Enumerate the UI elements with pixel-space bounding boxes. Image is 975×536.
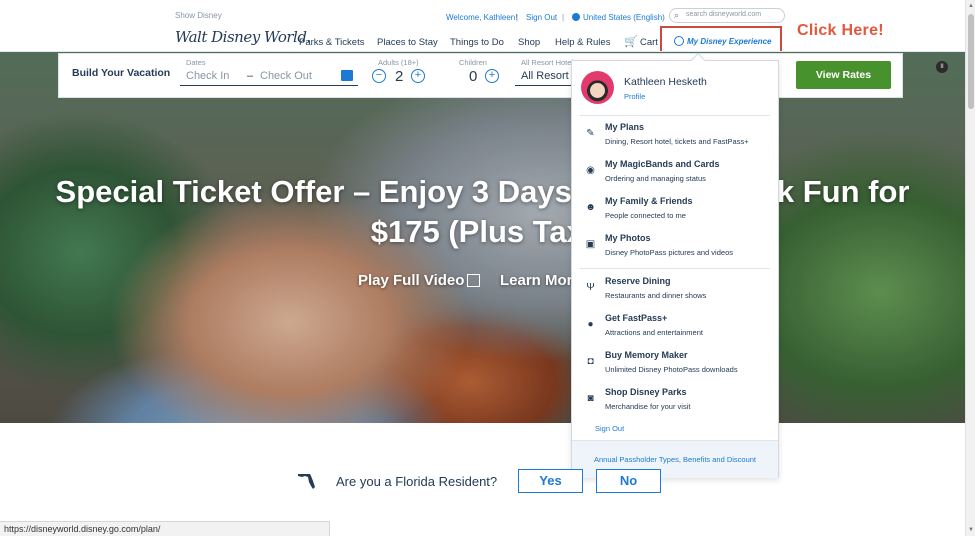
menu-item-title: My Photos: [605, 233, 651, 243]
resort-underline: [515, 85, 571, 86]
nav-shop[interactable]: Shop: [518, 37, 540, 48]
nav-help-rules[interactable]: Help & Rules: [555, 37, 610, 48]
dropdown-sign-out-link[interactable]: Sign Out: [595, 424, 624, 433]
divider: [580, 268, 770, 269]
menu-item-my-photos[interactable]: ▣ My Photos Disney PhotoPass pictures an…: [572, 233, 780, 265]
adults-label: Adults (18+): [378, 58, 419, 67]
resort-label: All Resort Hotels: [521, 58, 577, 67]
divider: |: [562, 13, 565, 22]
florida-icon: [298, 474, 315, 489]
check-out-field[interactable]: Check Out: [260, 70, 312, 82]
play-full-video-link[interactable]: Play Full Video: [358, 272, 464, 289]
adults-count: 2: [395, 68, 404, 85]
menu-item-family-friends[interactable]: ☻ My Family & Friends People connected t…: [572, 196, 780, 228]
florida-resident-question: Are you a Florida Resident?: [336, 474, 498, 489]
dates-label: Dates: [186, 58, 206, 67]
menu-item-title: Shop Disney Parks: [605, 387, 687, 397]
sign-out-link[interactable]: Sign Out: [526, 13, 557, 22]
expand-icon[interactable]: [467, 274, 480, 287]
region-selector[interactable]: United States (English): [583, 13, 665, 22]
menu-item-title: My Family & Friends: [605, 196, 693, 206]
nav-parks-tickets[interactable]: Parks & Tickets: [299, 37, 364, 48]
children-label: Children: [459, 58, 487, 67]
adults-plus-button[interactable]: +: [411, 69, 425, 83]
welcome-text: Welcome, Kathleen!: [446, 13, 518, 22]
calendar-icon[interactable]: [341, 70, 353, 81]
user-name: Kathleen Hesketh: [624, 76, 707, 88]
divider: |: [516, 13, 519, 22]
scroll-down-icon[interactable]: ▼: [968, 526, 974, 534]
view-rates-button[interactable]: View Rates: [796, 61, 891, 89]
menu-item-my-plans[interactable]: ✎ My Plans Dining, Resort hotel, tickets…: [572, 122, 780, 154]
menu-item-subtitle: Restaurants and dinner shows: [605, 291, 707, 300]
florida-no-button[interactable]: No: [596, 469, 661, 493]
menu-item-subtitle: Dining, Resort hotel, tickets and FastPa…: [605, 137, 749, 146]
nav-things-to-do[interactable]: Things to Do: [450, 37, 504, 48]
dining-icon: Ψ: [586, 282, 595, 293]
menu-item-fastpass[interactable]: ● Get FastPass+ Attractions and entertai…: [572, 313, 780, 345]
dates-underline: [180, 85, 358, 86]
vertical-scrollbar[interactable]: ▲ ▼: [965, 0, 975, 536]
menu-item-shop-disney-parks[interactable]: ◙ Shop Disney Parks Merchandise for your…: [572, 387, 780, 419]
children-plus-button[interactable]: +: [485, 69, 499, 83]
menu-item-subtitle: Disney PhotoPass pictures and videos: [605, 248, 733, 257]
menu-item-title: My MagicBands and Cards: [605, 159, 720, 169]
menu-item-subtitle: Merchandise for your visit: [605, 402, 691, 411]
divider: [580, 115, 770, 116]
disney-world-logo[interactable]: Walt Disney World.: [175, 28, 311, 46]
build-vacation-title: Build Your Vacation: [72, 67, 171, 79]
hero-title-line2: $175 (Plus Tax): [370, 214, 595, 249]
menu-item-memory-maker[interactable]: ◘ Buy Memory Maker Unlimited Disney Phot…: [572, 350, 780, 382]
check-in-field[interactable]: Check In: [186, 70, 229, 82]
scrollbar-thumb[interactable]: [968, 14, 974, 109]
photos-icon: ▣: [585, 239, 596, 250]
avatar[interactable]: [581, 71, 614, 104]
my-disney-experience-menu[interactable]: My Disney Experience: [687, 37, 771, 46]
menu-item-subtitle: Unlimited Disney PhotoPass downloads: [605, 365, 738, 374]
click-here-annotation: Click Here!: [797, 22, 884, 39]
menu-item-subtitle: People connected to me: [605, 211, 686, 220]
menu-item-title: Buy Memory Maker: [605, 350, 688, 360]
cart-icon[interactable]: 🛒: [624, 35, 638, 48]
scroll-up-icon[interactable]: ▲: [968, 2, 974, 10]
fastpass-icon: ●: [587, 319, 594, 330]
show-disney-toggle[interactable]: Show Disney: [175, 11, 222, 20]
profile-link[interactable]: Profile: [624, 92, 645, 101]
date-dash: –: [247, 70, 254, 82]
menu-item-magicbands[interactable]: ◉ My MagicBands and Cards Ordering and m…: [572, 159, 780, 191]
florida-yes-button[interactable]: Yes: [518, 469, 583, 493]
magicband-icon: ◉: [586, 165, 595, 176]
status-bar-url: https://disneyworld.disney.go.com/plan/: [0, 521, 330, 536]
shopping-bag-icon: ◙: [587, 393, 594, 404]
people-icon: ☻: [585, 202, 596, 213]
camera-icon: ◘: [587, 356, 594, 367]
menu-item-subtitle: Attractions and entertainment: [605, 328, 703, 337]
nav-cart[interactable]: Cart: [640, 37, 658, 48]
children-count: 0: [469, 68, 478, 85]
menu-item-title: My Plans: [605, 122, 645, 132]
menu-item-reserve-dining[interactable]: Ψ Reserve Dining Restaurants and dinner …: [572, 276, 780, 308]
globe-icon: [572, 13, 580, 21]
search-input[interactable]: ⌕ search disneyworld.com: [669, 8, 785, 23]
hero-title-line1: Special Ticket Offer – Enjoy 3 Days of T…: [55, 174, 910, 209]
menu-item-title: Reserve Dining: [605, 276, 671, 286]
my-disney-experience-dropdown: Kathleen Hesketh Profile ✎ My Plans Dini…: [571, 52, 780, 478]
hero-title: Special Ticket Offer – Enjoy 3 Days of T…: [0, 172, 965, 252]
adults-minus-button[interactable]: −: [372, 69, 386, 83]
hero-banner: Special Ticket Offer – Enjoy 3 Days of T…: [0, 52, 965, 423]
search-placeholder: search disneyworld.com: [686, 11, 762, 18]
pause-icon[interactable]: II: [936, 61, 948, 73]
mickey-icon: [674, 36, 684, 46]
search-icon: ⌕: [674, 10, 680, 20]
menu-item-subtitle: Ordering and managing status: [605, 174, 706, 183]
plans-icon: ✎: [586, 128, 595, 139]
page: Show Disney Welcome, Kathleen! | Sign Ou…: [0, 0, 975, 536]
menu-item-title: Get FastPass+: [605, 313, 668, 323]
learn-more-link[interactable]: Learn More: [500, 272, 581, 289]
nav-places-to-stay[interactable]: Places to Stay: [377, 37, 438, 48]
